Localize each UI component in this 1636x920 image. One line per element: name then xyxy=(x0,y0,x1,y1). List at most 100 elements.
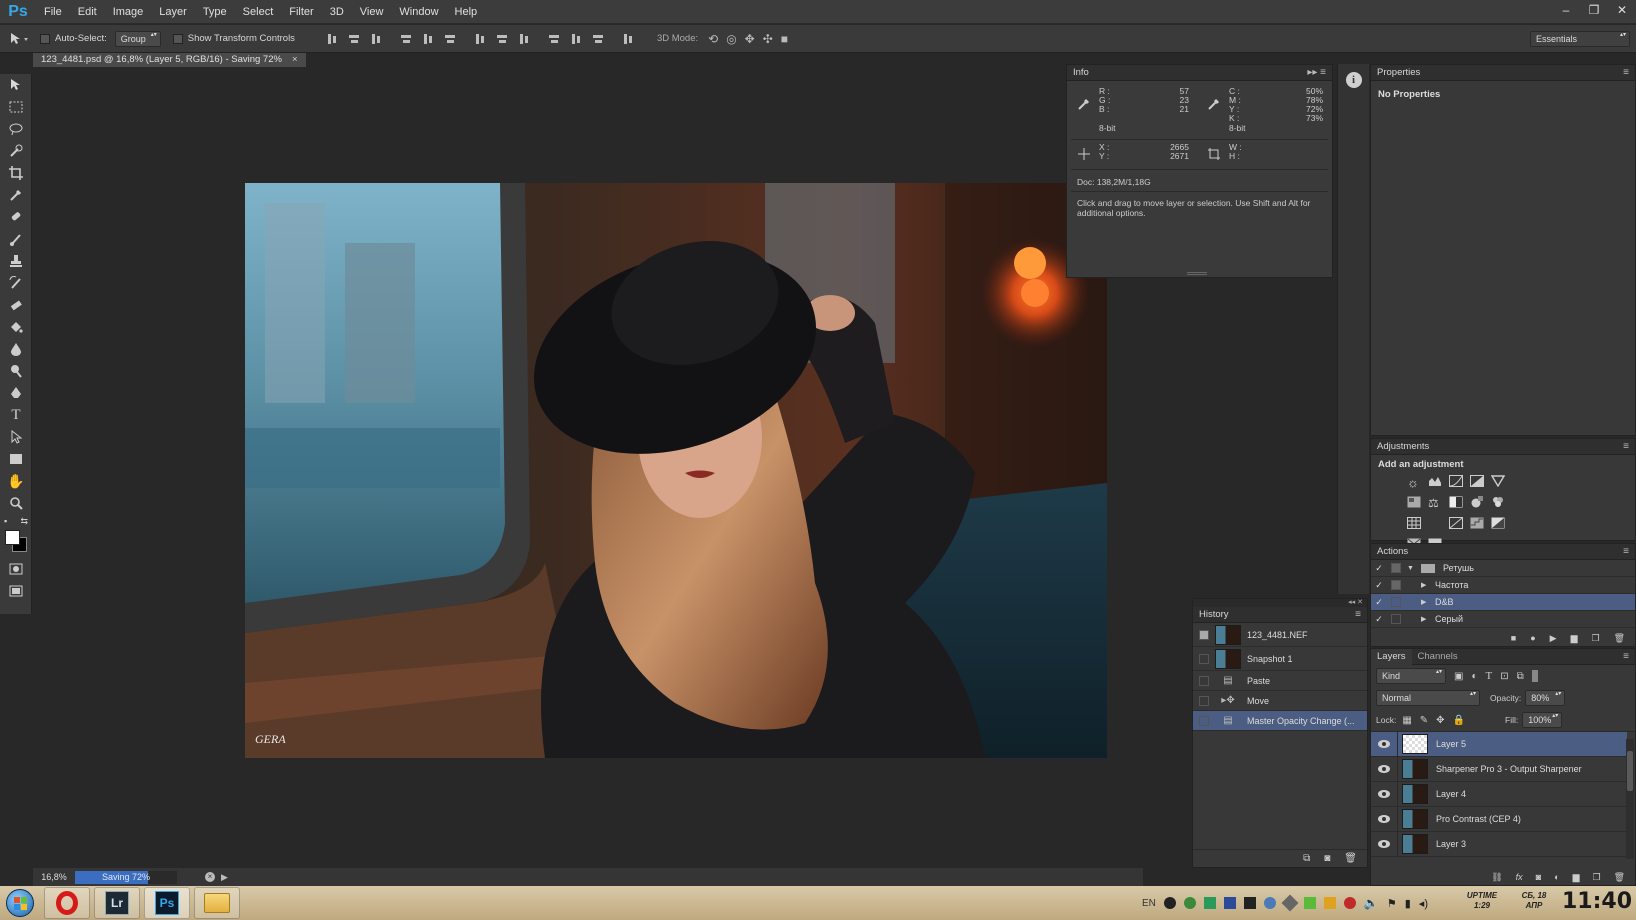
quick-select-tool-icon[interactable] xyxy=(0,140,32,162)
volume-icon[interactable]: 🔈 xyxy=(1364,896,1379,910)
history-panel-menu-icon[interactable]: ≡ xyxy=(1355,607,1361,623)
distribute-vcenter-icon[interactable] xyxy=(495,32,509,46)
history-state[interactable]: Snapshot 1 xyxy=(1193,647,1367,671)
new-layer-icon[interactable]: ❐ xyxy=(1592,872,1600,883)
move-tool-icon[interactable] xyxy=(0,74,32,96)
tray-icon-7[interactable] xyxy=(1281,894,1299,912)
info-panel-resize-handle[interactable] xyxy=(1187,272,1207,275)
3d-slide-icon[interactable]: ✣ xyxy=(763,32,773,46)
distribute-right-icon[interactable] xyxy=(591,32,605,46)
expand-triangle-right-icon[interactable]: ▶ xyxy=(1421,615,1431,623)
tray-icon-9[interactable] xyxy=(1323,897,1336,909)
foreground-color-swatch[interactable] xyxy=(5,530,20,545)
info-panel-expand-icon[interactable]: ▸▸ ≡ xyxy=(1307,65,1326,81)
screen-mode-icon[interactable] xyxy=(0,580,32,602)
tray-icon-3[interactable] xyxy=(1203,897,1216,909)
tray-icon-6[interactable] xyxy=(1263,897,1276,909)
auto-select-checkbox[interactable] xyxy=(40,33,50,44)
tray-icon-4[interactable] xyxy=(1223,897,1236,909)
color-balance-icon[interactable]: ⚖ xyxy=(1428,496,1448,511)
align-left-icon[interactable] xyxy=(399,32,413,46)
taskbar-explorer[interactable] xyxy=(194,887,240,919)
stop-action-icon[interactable]: ■ xyxy=(1511,633,1516,643)
align-vcenter-icon[interactable] xyxy=(347,32,361,46)
menu-edit[interactable]: Edit xyxy=(70,0,105,24)
lock-all-icon[interactable]: 🔒 xyxy=(1453,715,1465,726)
history-state[interactable]: ▤ Master Opacity Change (... xyxy=(1193,711,1367,731)
layer-name[interactable]: Sharpener Pro 3 - Output Sharpener xyxy=(1436,764,1582,774)
opacity-field[interactable]: 80% xyxy=(1525,690,1566,706)
layer-filter-dropdown[interactable]: Kind xyxy=(1376,668,1446,684)
action-dialog-toggle-icon[interactable] xyxy=(1391,563,1401,573)
actions-panel-menu-icon[interactable]: ≡ xyxy=(1623,544,1629,560)
show-transform-checkbox[interactable] xyxy=(172,33,183,44)
lock-position-icon[interactable]: ✥ xyxy=(1436,715,1444,726)
brush-tool-icon[interactable] xyxy=(0,228,32,250)
eraser-tool-icon[interactable] xyxy=(0,294,32,316)
blend-mode-dropdown[interactable]: Normal xyxy=(1376,690,1480,706)
taskbar-photoshop[interactable]: Ps xyxy=(144,887,190,919)
history-state[interactable]: ▸✥ Move xyxy=(1193,691,1367,711)
history-source-box[interactable] xyxy=(1199,675,1209,686)
healing-brush-tool-icon[interactable] xyxy=(0,206,32,228)
zoom-tool-icon[interactable] xyxy=(0,492,32,514)
record-action-icon[interactable]: ● xyxy=(1530,633,1535,643)
tray-icon-8[interactable] xyxy=(1303,897,1316,909)
align-bottom-icon[interactable] xyxy=(369,32,383,46)
language-indicator[interactable]: EN xyxy=(1142,898,1156,909)
filter-adjustment-icon[interactable]: ◐ xyxy=(1471,671,1477,682)
history-source-box[interactable] xyxy=(1199,715,1209,726)
menu-3d[interactable]: 3D xyxy=(322,0,352,24)
filter-smart-object-icon[interactable]: ⧉ xyxy=(1517,671,1524,682)
action-dialog-toggle-icon[interactable] xyxy=(1391,580,1401,590)
distribute-hcenter-icon[interactable] xyxy=(569,32,583,46)
history-state[interactable]: 123_4481.NEF xyxy=(1193,623,1367,647)
adjustments-panel-menu-icon[interactable]: ≡ xyxy=(1623,439,1629,455)
workspace-dropdown[interactable]: Essentials xyxy=(1530,30,1630,47)
layer-row[interactable]: Pro Contrast (CEP 4) xyxy=(1371,806,1627,832)
history-brush-tool-icon[interactable] xyxy=(0,272,32,294)
cancel-save-icon[interactable]: × xyxy=(205,872,215,882)
new-document-from-state-icon[interactable]: ⧉ xyxy=(1303,853,1310,864)
menu-file[interactable]: File xyxy=(36,0,70,24)
align-hcenter-icon[interactable] xyxy=(421,32,435,46)
delete-state-icon[interactable]: 🗑 xyxy=(1344,853,1357,864)
distribute-left-icon[interactable] xyxy=(547,32,561,46)
align-top-icon[interactable] xyxy=(325,32,339,46)
clock[interactable]: 11:40 xyxy=(1562,889,1632,914)
levels-icon[interactable] xyxy=(1428,475,1448,490)
document-image[interactable]: GERA xyxy=(245,183,1107,758)
posterize-icon[interactable] xyxy=(1470,517,1490,532)
tray-icon-5[interactable] xyxy=(1243,897,1256,909)
minimize-button[interactable]: – xyxy=(1552,0,1580,22)
filter-toggle-icon[interactable] xyxy=(1531,670,1538,682)
clone-stamp-tool-icon[interactable] xyxy=(0,250,32,272)
3d-roll-icon[interactable]: ◎ xyxy=(726,32,736,46)
delete-layer-icon[interactable]: 🗑 xyxy=(1614,872,1625,883)
menu-layer[interactable]: Layer xyxy=(151,0,195,24)
action-item[interactable]: ✓ ▶ D&B xyxy=(1371,594,1635,611)
exposure-icon[interactable] xyxy=(1470,475,1490,490)
history-state[interactable]: ▤ Paste xyxy=(1193,671,1367,691)
delete-action-icon[interactable]: 🗑 xyxy=(1614,633,1625,644)
new-action-icon[interactable]: ❐ xyxy=(1591,633,1599,644)
filter-shape-icon[interactable]: ⊡ xyxy=(1500,671,1508,682)
restore-button[interactable]: ❐ xyxy=(1580,0,1608,22)
type-tool-icon[interactable]: T xyxy=(0,404,32,426)
flag-icon[interactable]: ⚑ xyxy=(1387,897,1397,910)
volume-icon-2[interactable]: ◂) xyxy=(1419,897,1428,910)
tray-icon-10[interactable] xyxy=(1343,897,1356,909)
invert-icon[interactable] xyxy=(1449,517,1469,532)
close-button[interactable]: ✕ xyxy=(1608,0,1636,22)
history-source-box[interactable] xyxy=(1199,695,1209,706)
info-dock-icon[interactable]: i xyxy=(1345,72,1362,88)
new-snapshot-icon[interactable]: ◙ xyxy=(1324,853,1330,864)
quick-mask-icon[interactable] xyxy=(0,558,32,580)
lock-image-icon[interactable]: ✎ xyxy=(1420,715,1428,726)
menu-select[interactable]: Select xyxy=(235,0,282,24)
align-right-icon[interactable] xyxy=(443,32,457,46)
crop-tool-icon[interactable] xyxy=(0,162,32,184)
rectangle-tool-icon[interactable] xyxy=(0,448,32,470)
play-action-icon[interactable]: ▶ xyxy=(1550,633,1557,644)
brightness-contrast-icon[interactable]: ☼ xyxy=(1407,475,1427,490)
